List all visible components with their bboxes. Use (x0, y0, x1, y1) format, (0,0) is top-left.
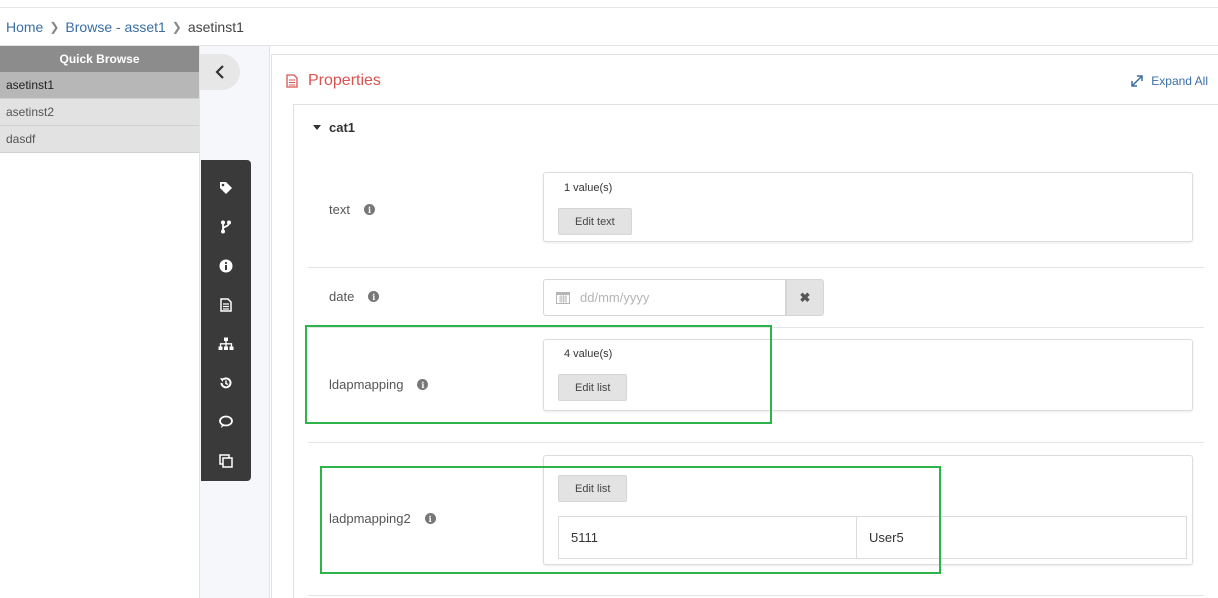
highlight-box (305, 325, 772, 424)
property-label-text: text i (329, 202, 375, 217)
breadcrumb-home-link[interactable]: Home (6, 19, 43, 35)
clear-date-button[interactable]: ✖ (786, 279, 824, 316)
date-placeholder: dd/mm/yyyy (580, 290, 650, 305)
quick-browse-sidebar: Quick Browse asetinst1 asetinst2 dasdf (0, 46, 200, 598)
row-divider (308, 442, 1204, 443)
properties-title: Properties (308, 72, 381, 89)
breadcrumb-current: asetinst1 (187, 18, 244, 35)
quick-browse-item[interactable]: dasdf (0, 126, 199, 153)
quick-browse-item[interactable]: asetinst2 (0, 99, 199, 126)
text-value-box (543, 172, 1193, 242)
row-divider (308, 267, 1204, 268)
property-name: text (329, 202, 350, 217)
quick-browse-item[interactable]: asetinst1 (0, 72, 199, 99)
property-label-date: date i (329, 289, 380, 304)
expand-all-button[interactable]: Expand All (1131, 74, 1208, 88)
info-icon[interactable]: i (363, 204, 375, 215)
category-title: cat1 (329, 120, 356, 135)
chevron-right-icon: ❯ (171, 19, 182, 34)
calendar-icon (556, 292, 570, 304)
row-divider (308, 595, 1204, 596)
breadcrumb: Home ❯ Browse - asset1 ❯ asetinst1 (0, 8, 1218, 46)
property-name: date (329, 289, 355, 304)
properties-header: Properties (286, 72, 381, 90)
chevron-left-icon (215, 65, 224, 79)
close-icon: ✖ (799, 289, 811, 305)
breadcrumb-browse-link[interactable]: Browse - asset1 (65, 19, 165, 35)
object-toolbar (201, 160, 251, 481)
branch-icon[interactable] (201, 207, 251, 246)
tag-icon[interactable] (201, 168, 251, 207)
hierarchy-icon[interactable] (201, 325, 251, 364)
copy-icon[interactable] (201, 442, 251, 481)
date-input[interactable]: dd/mm/yyyy (543, 279, 786, 316)
document-icon (286, 74, 298, 88)
comments-icon[interactable] (201, 403, 251, 442)
top-bar (0, 0, 1218, 8)
chevron-right-icon: ❯ (49, 19, 60, 34)
info-icon[interactable]: i (368, 291, 380, 302)
document-icon[interactable] (201, 285, 251, 324)
history-icon[interactable] (201, 364, 251, 403)
collapse-sidebar-button[interactable] (200, 54, 240, 90)
value-count: 1 value(s) (564, 182, 613, 194)
info-icon[interactable] (201, 246, 251, 285)
expand-icon (1131, 75, 1144, 87)
expand-all-label: Expand All (1151, 74, 1208, 88)
edit-text-button[interactable]: Edit text (558, 208, 632, 235)
category-toggle[interactable]: cat1 (313, 120, 355, 135)
caret-down-icon (313, 125, 321, 130)
quick-browse-title: Quick Browse (0, 46, 199, 72)
highlight-box (320, 466, 941, 574)
